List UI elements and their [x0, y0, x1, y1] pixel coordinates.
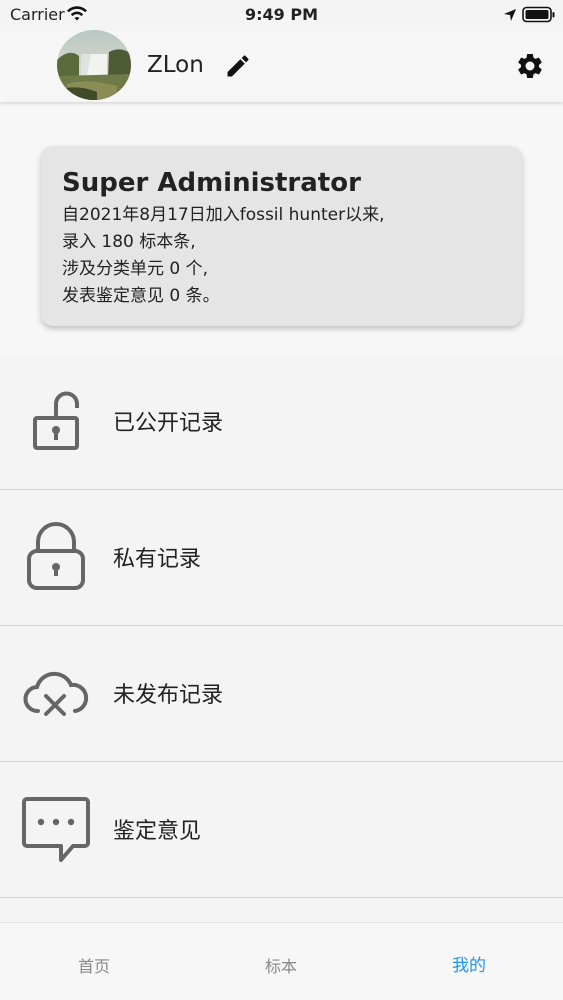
tab-home[interactable]: 首页: [34, 953, 154, 977]
menu-label: 已公开记录: [113, 411, 224, 436]
lock-icon: [18, 520, 94, 596]
menu-label: 鉴定意见: [113, 819, 202, 844]
taxon-count-text: 涉及分类单元 0 个,: [62, 259, 209, 279]
menu-item-public-records[interactable]: 已公开记录: [0, 354, 563, 490]
status-time: 9:49 PM: [244, 5, 318, 24]
menu-label: 私有记录: [113, 547, 202, 572]
role-title: Super Administrator: [62, 168, 361, 198]
opinion-count-text: 发表鉴定意见 0 条。: [62, 286, 220, 306]
cloud-cancel-icon: [18, 656, 94, 732]
menu-item-private-records[interactable]: 私有记录: [0, 490, 563, 626]
unlock-icon: [18, 384, 94, 460]
join-info-text: 自2021年8月17日加入fossil hunter以来,: [62, 205, 385, 225]
profile-section: Super Administrator 自2021年8月17日加入fossil …: [0, 102, 563, 354]
menu-item-unpublished-records[interactable]: 未发布记录: [0, 626, 563, 762]
settings-gear-icon[interactable]: [515, 51, 545, 85]
specimen-count-text: 录入 180 标本条,: [62, 232, 196, 252]
records-menu: 已公开记录 私有记录 未发布记录 鉴定意见: [0, 354, 563, 898]
edit-pencil-icon[interactable]: [224, 52, 252, 84]
username: ZLon: [147, 52, 204, 78]
tab-specimen[interactable]: 标本: [221, 953, 341, 977]
profile-header: ZLon: [0, 30, 563, 102]
bottom-tab-bar: 首页 标本 我的: [0, 922, 563, 1000]
comment-icon: [18, 792, 94, 868]
menu-label: 未发布记录: [113, 683, 224, 708]
profile-summary-card: Super Administrator 自2021年8月17日加入fossil …: [41, 146, 522, 326]
location-arrow-icon: [503, 7, 517, 26]
battery-icon: [522, 6, 556, 28]
app-screen: Carrier 9:49 PM ZLon Super Administrator…: [0, 0, 563, 1000]
tab-mine[interactable]: 我的: [409, 951, 529, 976]
avatar[interactable]: [57, 30, 131, 100]
menu-item-identification-opinions[interactable]: 鉴定意见: [0, 762, 563, 898]
status-bar: Carrier 9:49 PM: [0, 0, 563, 30]
